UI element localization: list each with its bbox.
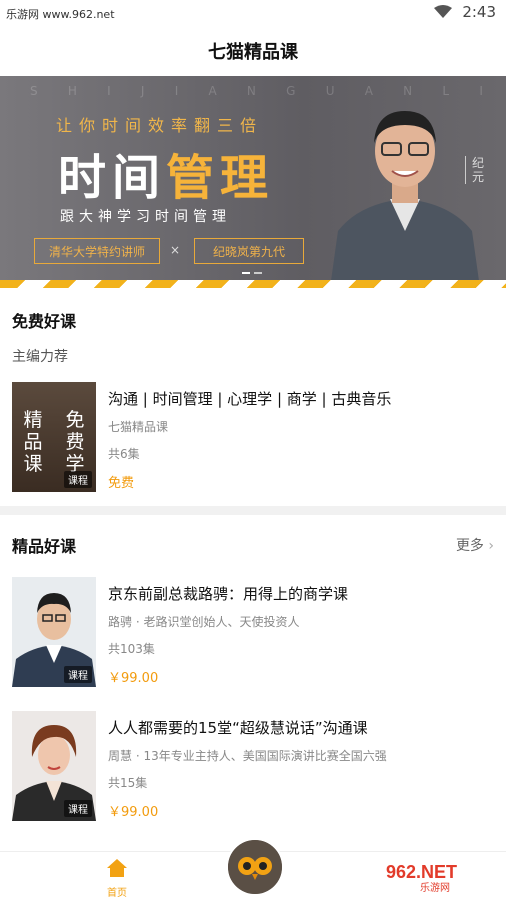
banner-tagline: 跟大神学习时间管理	[60, 209, 231, 225]
more-link[interactable]: 更多 ›	[456, 535, 494, 555]
free-section: 免费好课 主编力荐 精免 品费 课学 课程 沟通 | 时间管理 | 心理学 | …	[0, 288, 506, 492]
wifi-icon	[434, 5, 453, 18]
course-price: 免费	[108, 476, 135, 491]
tab-home[interactable]: 首页	[100, 858, 134, 899]
banner-pill-lineage: 纪晓岚第九代	[194, 238, 304, 264]
svg-text:乐游网: 乐游网	[420, 881, 450, 894]
course-price: ￥99.00	[108, 671, 159, 686]
svg-text:962.NET: 962.NET	[386, 862, 457, 882]
instructor-portrait	[330, 111, 480, 288]
banner-subtitle: 让你时间效率翻三倍	[56, 116, 264, 135]
free-section-title: 免费好课	[12, 312, 77, 331]
course-price: ￥99.00	[108, 805, 159, 820]
status-time: 2:43	[462, 3, 496, 21]
course-title[interactable]: 京东前副总裁路骋：用得上的商学课	[108, 583, 348, 604]
page-title: 七猫精品课	[208, 42, 298, 63]
tab-home-label: 首页	[107, 888, 127, 899]
banner-stripe	[0, 280, 506, 288]
course-author: 路骋 · 老路识堂创始人、天使投资人	[108, 615, 300, 629]
course-badge: 课程	[64, 800, 92, 817]
carousel-dot[interactable]	[242, 272, 250, 274]
owl-icon	[228, 840, 282, 894]
course-author: 七猫精品课	[108, 420, 169, 434]
banner-times: ×	[170, 243, 181, 257]
course-episodes: 共103集	[108, 642, 155, 656]
site-watermark: 962.NET 乐游网	[376, 858, 498, 894]
owl-mascot-button[interactable]	[226, 838, 284, 896]
course-badge: 课程	[64, 666, 92, 683]
section-divider	[0, 506, 506, 515]
status-bar: 乐游网 www.962.net 2:43	[0, 0, 506, 26]
course-author: 周慧 · 13年专业主持人、美国国际演讲比赛全国六强	[108, 749, 387, 763]
status-site-text: 乐游网 www.962.net	[6, 8, 115, 21]
free-section-subtitle: 主编力荐	[12, 349, 68, 365]
course-badge: 课程	[64, 471, 92, 488]
course-item[interactable]: 精免 品费 课学 课程 沟通 | 时间管理 | 心理学 | 商学 | 古典音乐 …	[12, 382, 494, 492]
course-title[interactable]: 沟通 | 时间管理 | 心理学 | 商学 | 古典音乐	[108, 388, 391, 409]
carousel-dot[interactable]	[254, 272, 262, 274]
course-episodes: 共15集	[108, 776, 148, 790]
course-episodes: 共6集	[108, 447, 140, 461]
premium-section: 精品好课 更多 › 课程 京东前副总裁路骋：用得上的商学课 路骋 · 老路识堂创…	[0, 515, 506, 821]
promo-banner[interactable]: SHI JIAN GUANLI 让你时间效率翻三倍 时间管理 跟大神学习时间管理…	[0, 76, 506, 288]
home-icon	[107, 859, 127, 877]
banner-side-text: 纪元	[465, 156, 486, 184]
premium-section-title: 精品好课	[12, 537, 77, 556]
course-title[interactable]: 人人都需要的15堂“超级慧说话”沟通课	[108, 717, 387, 738]
app-header: 七猫精品课	[0, 26, 506, 76]
course-item[interactable]: 课程 京东前副总裁路骋：用得上的商学课 路骋 · 老路识堂创始人、天使投资人 共…	[12, 577, 494, 687]
course-thumbnail[interactable]: 精免 品费 课学 课程	[12, 382, 96, 492]
course-thumbnail[interactable]: 课程	[12, 711, 96, 821]
course-item[interactable]: 课程 人人都需要的15堂“超级慧说话”沟通课 周慧 · 13年专业主持人、美国国…	[12, 711, 494, 821]
banner-headline: 时间管理	[58, 150, 275, 206]
chevron-right-icon: ›	[488, 538, 494, 554]
carousel-dots[interactable]	[242, 272, 262, 274]
bottom-tab-bar: 首页 962.NET 乐游网	[0, 838, 506, 900]
course-thumbnail[interactable]: 课程	[12, 577, 96, 687]
banner-pill-lecturer: 清华大学特约讲师	[34, 238, 160, 264]
